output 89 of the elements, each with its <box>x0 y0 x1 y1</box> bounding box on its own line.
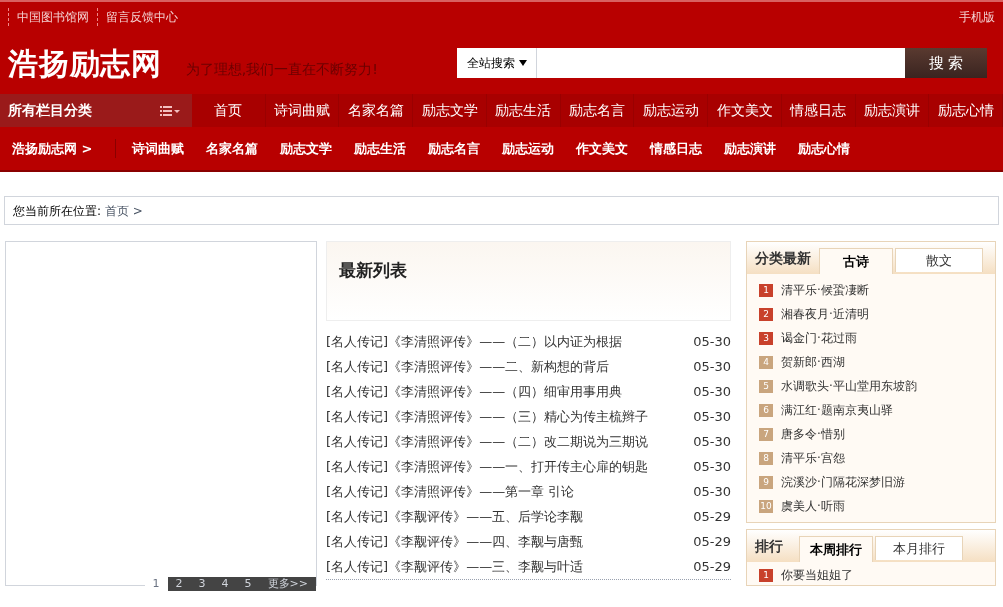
rank-badge: 2 <box>759 307 773 321</box>
search-scope-dropdown[interactable]: 全站搜索 <box>457 48 537 78</box>
nav-link[interactable]: 励志心情 <box>929 94 1003 127</box>
article-date: 05-30 <box>693 332 731 351</box>
rank-badge: 1 <box>759 568 773 582</box>
top-link[interactable]: 留言反馈中心 <box>97 8 182 26</box>
rank-badge: 1 <box>759 283 773 297</box>
list-link[interactable]: 虞美人·听雨 <box>781 497 845 515</box>
article-date: 05-30 <box>693 382 731 401</box>
subnav-link[interactable]: 作文美文 <box>576 138 628 159</box>
nav-link[interactable]: 励志演讲 <box>855 94 930 127</box>
top-link[interactable]: 中国图书馆网 <box>8 8 93 26</box>
list-link[interactable]: 浣溪沙·门隔花深梦旧游 <box>781 473 905 491</box>
category-menu-button[interactable]: 所有栏目分类 <box>0 94 192 127</box>
subnav-link[interactable]: 励志演讲 <box>724 138 776 159</box>
article-date: 05-30 <box>693 457 731 476</box>
rank-badge: 9 <box>759 475 773 489</box>
site-slogan: 为了理想,我们一直在不断努力! <box>185 59 378 79</box>
tab[interactable]: 本周排行 <box>799 536 873 562</box>
article-link[interactable]: [名人传记]《李觏评传》——四、李觏与唐甄 <box>326 531 690 552</box>
caret-icon <box>518 60 527 66</box>
panel-title: 排行 <box>755 536 783 556</box>
rank-badge: 3 <box>759 331 773 345</box>
page-link[interactable]: 5 <box>236 577 260 591</box>
page-link[interactable]: 2 <box>167 577 191 591</box>
article-link[interactable]: [名人传记]《李觏评传》——三、李觏与叶适 <box>326 556 690 577</box>
article-date: 05-30 <box>693 432 731 451</box>
nav-link[interactable]: 励志运动 <box>634 94 709 127</box>
search-button[interactable]: 搜 索 <box>905 48 987 78</box>
rank-badge: 8 <box>759 451 773 465</box>
article-link[interactable]: [名人传记]《李清照评传》——（三）精心为传主梳辫子 <box>326 406 690 427</box>
home-link[interactable]: 浩扬励志网 > <box>12 138 116 159</box>
article-link[interactable]: [名人传记]《李清照评传》——二、新构想的背后 <box>326 356 690 377</box>
rank-badge: 10 <box>759 499 773 513</box>
subnav-link[interactable]: 励志名言 <box>428 138 480 159</box>
rank-badge: 7 <box>759 427 773 441</box>
subnav-link[interactable]: 情感日志 <box>650 138 702 159</box>
subnav-link[interactable]: 励志生活 <box>354 138 406 159</box>
nav-link[interactable]: 首页 <box>192 94 266 127</box>
list-menu-icon <box>160 105 180 116</box>
article-link[interactable]: [名人传记]《李觏评传》——五、后学论李觏 <box>326 506 690 527</box>
article-date: 05-29 <box>693 557 731 576</box>
article-link[interactable]: [名人传记]《李清照评传》——（四）细审用事用典 <box>326 381 690 402</box>
tab[interactable]: 本月排行 <box>875 536 963 560</box>
list-link[interactable]: 水调歌头·平山堂用东坡韵 <box>781 377 917 395</box>
article-date: 05-30 <box>693 407 731 426</box>
page-link[interactable]: 3 <box>190 577 214 591</box>
nav-link[interactable]: 作文美文 <box>708 94 782 127</box>
article-link[interactable]: [名人传记]《李清照评传》——（二）改二期说为三期说 <box>326 431 690 452</box>
nav-link[interactable]: 励志名言 <box>560 94 635 127</box>
article-date: 05-29 <box>693 532 731 551</box>
subnav-link[interactable]: 励志心情 <box>798 138 850 159</box>
mobile-version-link[interactable]: 手机版 <box>959 8 995 26</box>
subnav-link[interactable]: 诗词曲赋 <box>132 138 184 159</box>
rank-badge: 6 <box>759 403 773 417</box>
list-link[interactable]: 谒金门·花过雨 <box>781 329 857 347</box>
breadcrumb-label: 您当前所在位置: <box>13 202 102 220</box>
rank-badge: 5 <box>759 379 773 393</box>
search-field[interactable] <box>537 48 905 78</box>
list-link[interactable]: 你要当姐姐了 <box>781 566 853 584</box>
panel-title: 分类最新 <box>755 248 811 268</box>
rank-badge: 4 <box>759 355 773 369</box>
list-link[interactable]: 湘春夜月·近清明 <box>781 305 869 323</box>
list-link[interactable]: 唐多令·惜别 <box>781 425 845 443</box>
section-title: 最新列表 <box>339 260 407 280</box>
nav-link[interactable]: 名家名篇 <box>339 94 414 127</box>
list-link[interactable]: 清平乐·宫怨 <box>781 449 845 467</box>
breadcrumb-link[interactable]: 首页 > <box>105 201 143 220</box>
nav-link[interactable]: 情感日志 <box>781 94 856 127</box>
article-date: 05-30 <box>693 357 731 376</box>
tab[interactable]: 古诗 <box>819 248 893 274</box>
subnav-link[interactable]: 名家名篇 <box>206 138 258 159</box>
article-link[interactable]: [名人传记]《李清照评传》——一、打开传主心扉的钥匙 <box>326 456 690 477</box>
article-date: 05-30 <box>693 482 731 501</box>
article-link[interactable]: [名人传记]《李清照评传》——（二）以内证为根据 <box>326 331 690 352</box>
page-link[interactable]: 4 <box>213 577 237 591</box>
tab[interactable]: 散文 <box>895 248 983 272</box>
nav-link[interactable]: 励志生活 <box>486 94 561 127</box>
site-logo[interactable]: 浩扬励志网 <box>8 40 162 86</box>
page-link[interactable]: 更多>> <box>259 577 316 591</box>
article-date: 05-29 <box>693 507 731 526</box>
nav-link[interactable]: 励志文学 <box>413 94 487 127</box>
list-link[interactable]: 满江红·题南京夷山驿 <box>781 401 893 419</box>
list-link[interactable]: 清平乐·候蛩凄断 <box>781 281 869 299</box>
nav-link[interactable]: 诗词曲赋 <box>265 94 340 127</box>
subnav-link[interactable]: 励志运动 <box>502 138 554 159</box>
article-link[interactable]: [名人传记]《李清照评传》——第一章 引论 <box>326 481 690 502</box>
subnav-link[interactable]: 励志文学 <box>280 138 332 159</box>
list-link[interactable]: 贺新郎·西湖 <box>781 353 845 371</box>
